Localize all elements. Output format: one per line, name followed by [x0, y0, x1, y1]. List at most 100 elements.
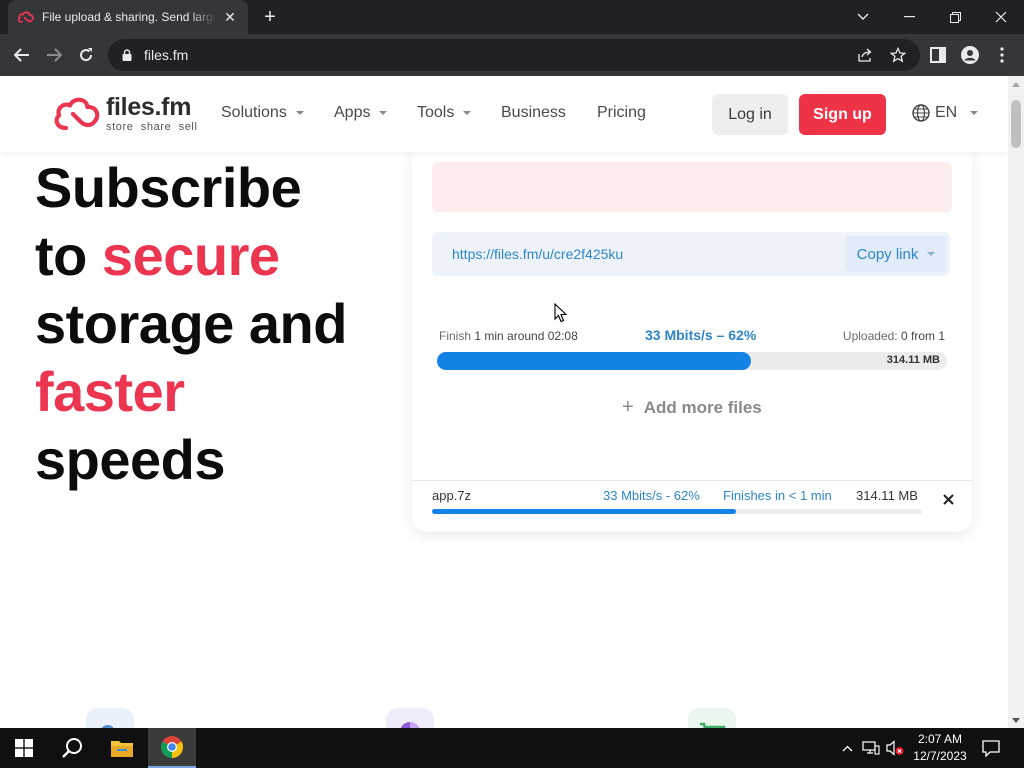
nav-tools-label: Tools [417, 104, 455, 121]
nav-solutions-label: Solutions [221, 104, 287, 121]
file-name: app.7z [432, 488, 472, 503]
side-panel-icon[interactable] [924, 41, 952, 69]
bookmark-star-icon[interactable] [884, 39, 912, 71]
back-arrow-icon[interactable] [8, 41, 36, 69]
finish-value: 1 min around 02:08 [474, 329, 578, 343]
scroll-up-icon[interactable] [1008, 76, 1024, 92]
hero-line-5: speeds [35, 428, 225, 491]
nav-business[interactable]: Business [501, 104, 566, 122]
nav-pricing-label: Pricing [597, 104, 646, 121]
files-fm-favicon-icon [18, 9, 34, 25]
tab-search-icon[interactable] [840, 0, 886, 34]
volume-muted-icon[interactable] [885, 728, 905, 768]
file-row: app.7z 33 Mbits/s - 62% Finishes in < 1 … [412, 480, 972, 532]
clock-time: 2:07 AM [917, 732, 963, 746]
chevron-down-icon [379, 111, 388, 115]
close-window-button[interactable] [978, 0, 1024, 34]
signup-button[interactable]: Sign up [799, 94, 886, 135]
search-icon[interactable] [48, 728, 96, 768]
file-speed: 33 Mbits/s - 62% [603, 488, 700, 503]
browser-tab[interactable]: File upload & sharing. Send large files … [8, 0, 248, 34]
taskbar-clock[interactable]: 2:07 AM 12/7/2023 [906, 731, 974, 765]
hero-line-3: storage and [35, 292, 347, 355]
finish-estimate: Finish 1 min around 02:08 [439, 329, 578, 343]
files-fm-logo[interactable]: files.fm store share sell [52, 95, 198, 133]
reload-icon[interactable] [72, 41, 100, 69]
sell-feature-icon [688, 708, 736, 728]
copy-link-label: Copy link [856, 245, 919, 263]
add-more-files-label: Add more files [643, 397, 762, 417]
file-progress-bar [432, 509, 922, 514]
minimize-button[interactable] [886, 0, 932, 34]
clock-date: 12/7/2023 [913, 749, 967, 763]
upload-progress-bar: 314.11 MB [437, 352, 947, 370]
hero-headline: Subscribe to secure storage and faster s… [35, 154, 347, 494]
uploaded-value: 0 from 1 [900, 329, 945, 343]
share-link[interactable]: https://files.fm/u/cre2f425ku [452, 246, 623, 262]
site-header: files.fm store share sell Solutions Apps… [0, 76, 1008, 152]
restore-button[interactable] [932, 0, 978, 34]
nav-solutions[interactable]: Solutions [221, 104, 304, 122]
file-explorer-icon[interactable] [98, 728, 146, 768]
chevron-down-icon [463, 111, 472, 115]
web-page: Subscribe to secure storage and faster s… [0, 76, 1008, 728]
nav-apps-label: Apps [334, 104, 371, 121]
alert-banner [432, 162, 952, 212]
network-icon[interactable] [861, 728, 881, 768]
chrome-menu-icon[interactable] [988, 41, 1016, 69]
globe-icon [912, 104, 930, 122]
logo-name: files.fm [106, 93, 192, 121]
tab-close-icon[interactable]: ✕ [222, 9, 238, 25]
chevron-down-icon [970, 111, 979, 115]
browser-toolbar: files.fm [0, 34, 1024, 76]
nav-tools[interactable]: Tools [417, 104, 472, 122]
address-bar[interactable]: files.fm [108, 39, 920, 71]
nav-pricing[interactable]: Pricing [597, 104, 646, 122]
storage-feature-icon [86, 708, 134, 728]
nav-apps[interactable]: Apps [334, 104, 388, 122]
file-progress-fill [432, 509, 736, 514]
uploaded-count: Uploaded: 0 from 1 [843, 329, 945, 343]
publish-feature-icon [386, 708, 434, 728]
remove-file-close-icon[interactable] [940, 491, 956, 507]
show-hidden-icons-chevron-up-icon[interactable] [838, 728, 856, 768]
share-link-box: https://files.fm/u/cre2f425ku Copy link [432, 232, 950, 276]
upload-progress-fill [437, 352, 751, 370]
hero-line-2-prefix: to [35, 224, 102, 287]
upload-card: https://files.fm/u/cre2f425ku Copy link … [412, 152, 972, 532]
nav-business-label: Business [501, 104, 566, 121]
file-finish-time: Finishes in < 1 min [723, 488, 832, 503]
file-size: 314.11 MB [856, 488, 918, 503]
chrome-taskbar-icon[interactable] [148, 728, 196, 768]
windows-taskbar: 2:07 AM 12/7/2023 [0, 728, 1024, 768]
finish-label: Finish [439, 329, 472, 343]
plus-icon: + [622, 396, 634, 418]
new-tab-button[interactable]: + [258, 6, 282, 28]
copy-link-button[interactable]: Copy link [846, 236, 946, 272]
hero-highlight-faster: faster [35, 360, 185, 423]
forward-arrow-icon[interactable] [40, 41, 68, 69]
language-label: EN [935, 104, 958, 121]
scroll-down-icon[interactable] [1008, 712, 1024, 728]
windows-start-icon[interactable] [0, 728, 48, 768]
total-size: 314.11 MB [886, 354, 940, 366]
hero-highlight-secure: secure [101, 224, 280, 287]
browser-tab-strip: File upload & sharing. Send large files … [0, 0, 1024, 34]
url-text: files.fm [144, 47, 189, 63]
scrollbar-thumb[interactable] [1011, 100, 1021, 148]
page-scrollbar[interactable] [1008, 76, 1024, 728]
chevron-down-icon [295, 111, 304, 115]
lock-icon[interactable] [120, 48, 134, 62]
notifications-icon[interactable] [976, 728, 1006, 768]
profile-icon[interactable] [956, 41, 984, 69]
share-icon[interactable] [852, 39, 880, 71]
language-selector[interactable]: EN [912, 104, 979, 122]
hero-line-1: Subscribe [35, 156, 302, 219]
cloud-logo-icon [54, 97, 100, 131]
speed-progress: 33 Mbits/s – 62% [645, 327, 757, 343]
login-button[interactable]: Log in [712, 94, 788, 135]
tab-title: File upload & sharing. Send large files [42, 10, 216, 24]
hero-line-2: to secure [35, 222, 347, 290]
add-more-files-button[interactable]: + Add more files [622, 396, 762, 419]
uploaded-label: Uploaded: [842, 329, 898, 343]
